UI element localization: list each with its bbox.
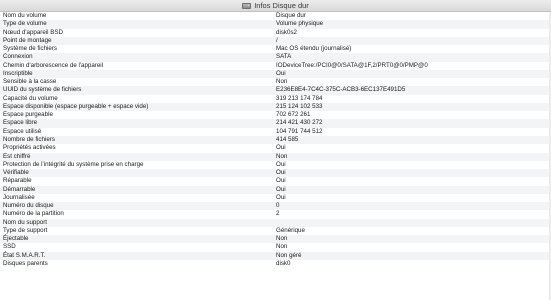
info-row[interactable]: Démarrable Oui [0,185,551,194]
info-label: Nombre de fichiers [3,135,55,143]
info-value: Disque dur [276,12,306,19]
info-label: Inscriptible [3,69,33,77]
info-label: Connexion [3,53,33,61]
info-value: Non géré [276,251,302,259]
info-row[interactable]: Type de support Générique [0,227,551,235]
info-value: Non [276,243,288,251]
title-group: Infos Disque dur [242,0,309,11]
info-value: IODeviceTree:/PCI0@0/SATA@1F,2/PRT0@0/PM… [276,61,428,69]
info-row[interactable]: Capacité du volume 319 213 174 784 [0,95,551,103]
info-value: Oui [276,193,286,201]
info-row[interactable]: Vérifiable Oui [0,169,551,178]
info-value: Oui [276,160,286,168]
info-value: Oui [276,169,286,177]
info-label: Démarrable [3,185,36,193]
info-row[interactable]: Protection de l'intégrité du système pri… [0,161,551,169]
info-row[interactable]: Éjectable Non [0,235,551,244]
info-value: Mac OS étendu (journalisé) [276,45,352,53]
info-value: Non [276,152,288,160]
info-label: Propriétés activées [3,144,56,152]
info-label: Espace purgeable [3,111,53,119]
info-value: / [276,36,278,44]
info-label: Type de volume [3,20,47,28]
info-row[interactable]: Espace utilisé 104 791 744 512 [0,128,551,136]
info-value: disk0s2 [276,28,297,36]
info-row[interactable]: Type de volume Volume physique [0,20,551,29]
info-label: UUID du système de fichiers [3,86,82,94]
info-value: 414 585 [276,135,299,143]
info-value: Oui [276,69,286,77]
info-label: Journalisée [3,193,35,201]
info-row[interactable]: SSD Non [0,243,551,251]
info-label: Capacité du volume [3,94,58,102]
info-label: Espace disponible (espace purgeable + es… [3,102,149,110]
info-value: Oui [276,177,286,185]
info-row[interactable]: Est chiffré Non [0,152,551,161]
info-value: 0 [276,202,280,210]
info-row[interactable]: Numéro de la partition 2 [0,210,551,218]
info-row[interactable]: Nombre de fichiers 414 585 [0,135,551,145]
info-row[interactable]: Disques parents disk0 [0,260,551,268]
info-label: Réparable [3,177,32,185]
info-label: Chemin d'arborescence de l'appareil [3,61,104,69]
info-row[interactable]: Sensible à la casse Non [0,78,551,86]
info-label: Est chiffré [3,152,31,160]
info-value: 215 124 102 533 [276,102,323,110]
info-label: Type de support [3,226,48,234]
info-row[interactable]: Point de montage / [0,36,551,46]
info-row[interactable]: Espace disponible (espace purgeable + es… [0,102,551,112]
info-value: 319 213 174 784 [276,94,323,102]
info-row[interactable]: Inscriptible Oui [0,69,551,79]
info-row[interactable]: Espace libre 214 421 430 272 [0,119,551,128]
info-value: 702 672 261 [276,111,311,119]
info-row[interactable]: Espace purgeable 702 672 261 [0,111,551,119]
info-row[interactable]: Nom du support [0,218,551,227]
info-row[interactable]: Réparable Oui [0,177,551,185]
info-label: Numéro du disque [3,202,54,210]
info-label: Éjectable [3,235,29,243]
info-value: 104 791 744 512 [276,127,323,135]
info-row[interactable]: Propriétés activées Oui [0,144,551,152]
info-label: Espace libre [3,119,38,127]
info-row[interactable]: Connexion SATA [0,53,551,62]
info-label: Disques parents [3,259,48,267]
info-row[interactable]: Journalisée Oui [0,194,551,202]
info-label: Nœud d'appareil BSD [3,28,63,36]
info-row[interactable]: Nom du volume Disque dur [0,12,551,20]
info-value: SATA [276,53,292,61]
info-row[interactable]: Numéro du disque 0 [0,202,551,211]
info-label: SSD [3,243,16,251]
info-row[interactable]: Système de fichiers Mac OS étendu (journa… [0,45,551,53]
info-label: Système de fichiers [3,45,57,53]
info-row[interactable]: UUID du système de fichiers E236E8E4-7C4C… [0,86,551,95]
title-bar[interactable]: Infos Disque dur [0,0,551,12]
info-value: Générique [276,226,305,234]
info-label: Vérifiable [3,169,29,177]
window-title: Infos Disque dur [254,1,309,10]
hard-disk-icon [242,2,252,9]
info-label: État S.M.A.R.T. [3,251,46,259]
info-value: Non [276,78,288,86]
info-list: Nom du volume Disque dur Type de volume Vol… [0,12,551,268]
info-label: Numéro de la partition [3,210,64,218]
info-label: Nom du support [3,218,48,226]
info-label: Point de montage [3,36,52,44]
info-value: Non [276,235,288,243]
info-value: Oui [276,185,286,193]
info-row[interactable]: Nœud d'appareil BSD disk0s2 [0,29,551,37]
disk-info-window: Infos Disque dur Nom du volume Disque dur… [0,0,551,300]
info-row[interactable]: Chemin d'arborescence de l'appareil IODev… [0,62,551,70]
info-value: Oui [276,144,286,152]
info-label: Sensible à la casse [3,78,57,86]
info-value: E236E8E4-7C4C-375C-ACB3-6EC137E491D5 [276,86,406,94]
info-value: 214 421 430 272 [276,119,323,127]
info-label: Nom du volume [3,12,47,19]
info-label: Espace utilisé [3,127,42,135]
info-value: disk0 [276,259,291,267]
info-value: Volume physique [276,20,324,28]
info-row[interactable]: État S.M.A.R.T. Non géré [0,251,551,260]
info-value: 2 [276,210,280,218]
info-label: Protection de l'intégrité du système pri… [3,160,144,168]
